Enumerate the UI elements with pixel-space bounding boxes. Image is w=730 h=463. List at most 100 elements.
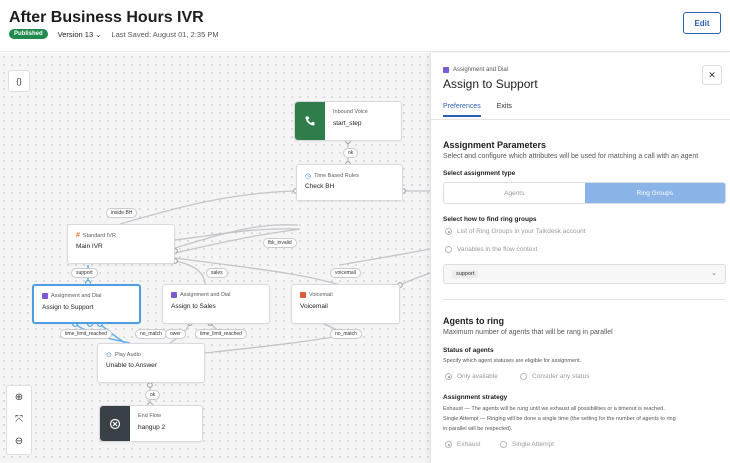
- zoom-out-icon[interactable]: ⊖: [7, 430, 31, 452]
- edge-label-voicemail[interactable]: voicemail: [330, 268, 361, 278]
- close-icon[interactable]: ✕: [702, 65, 722, 85]
- node-type: Standard IVR: [82, 232, 116, 239]
- radio-icon: [445, 246, 452, 253]
- radio-variables[interactable]: Variables in the flow context: [445, 246, 537, 253]
- section-divider: [443, 299, 726, 300]
- node-name: Check BH: [305, 183, 335, 190]
- radio-list-ring-groups[interactable]: List of Ring Groups in your Talkdesk acc…: [445, 228, 586, 235]
- phone-icon: [295, 102, 325, 140]
- node-end-flow[interactable]: End Flow hangup 2: [99, 405, 203, 442]
- edge-label-no-match[interactable]: no_match: [135, 329, 167, 339]
- edge-label-sales[interactable]: sales: [206, 268, 228, 278]
- toggle-agents[interactable]: Agents: [444, 183, 585, 203]
- edit-button[interactable]: Edit: [683, 12, 721, 34]
- radio-icon: [500, 441, 507, 448]
- hash-icon: #: [76, 232, 80, 239]
- fit-screen-icon[interactable]: ⤧: [7, 408, 31, 430]
- selected-chip: support: [452, 270, 479, 278]
- radio-exhaust[interactable]: Exhaust: [445, 441, 481, 448]
- play-icon: ⊙: [106, 352, 112, 359]
- top-header: After Business Hours IVR Published Versi…: [0, 0, 730, 52]
- node-name: hangup 2: [138, 424, 166, 431]
- radio-label: Consider any status: [532, 373, 590, 380]
- port-play-out: [147, 382, 153, 388]
- radio-label: Variables in the flow context: [457, 246, 538, 253]
- voicemail-icon: [300, 292, 306, 298]
- panel-subtitle-row: Assignment and Dial: [443, 67, 508, 73]
- agents-section-desc: Maximum number of agents that will be ra…: [443, 329, 613, 336]
- node-assign-sales[interactable]: Assignment and Dial Assign to Sales: [162, 284, 270, 324]
- clock-icon: ◷: [305, 173, 312, 180]
- assignment-type-label: Select assignment type: [443, 170, 516, 177]
- version-dropdown[interactable]: Version 13 ⌄: [58, 30, 102, 39]
- flow-canvas[interactable]: {} ⊕ ⤧ ⊖ Inbound Voice start_step ◷ Time …: [0, 53, 430, 463]
- edge-inside-bh: [119, 190, 297, 225]
- node-name: Voicemail: [300, 303, 328, 310]
- node-assign-support[interactable]: Assignment and Dial Assign to Support: [32, 284, 141, 324]
- edge-label-time-limit-2[interactable]: time_limit_reached: [195, 329, 247, 339]
- radio-only-available[interactable]: Only available: [445, 373, 498, 380]
- chevron-down-icon: ⌄: [95, 29, 102, 39]
- last-saved: Last Saved: August 01, 2:35 PM: [111, 29, 219, 39]
- node-type-row: Assignment and Dial: [171, 292, 230, 298]
- strategy-hint-parallel: in parallel will be respected).: [443, 426, 513, 432]
- strategy-label: Assignment strategy: [443, 394, 508, 401]
- edge-label-power[interactable]: ower: [165, 329, 186, 339]
- node-standard-ivr[interactable]: # Standard IVR Main IVR: [67, 224, 175, 264]
- edge-label-support[interactable]: support: [71, 268, 98, 278]
- node-type: Play Audio: [114, 352, 141, 358]
- strategy-hint-exhaust: Exhaust — The agents will be rung until …: [443, 406, 665, 412]
- chevron-down-icon: ⌄: [711, 270, 717, 277]
- status-badge: Published: [9, 29, 48, 39]
- assignment-icon: [42, 293, 48, 299]
- status-hint: Specify which agent statuses are eligibl…: [443, 358, 582, 364]
- radio-checked-icon: [445, 373, 452, 380]
- radio-label: List of Ring Groups in your Talkdesk acc…: [457, 228, 586, 235]
- edge-label-time-limit[interactable]: time_limit_reached: [60, 329, 112, 339]
- edge-voicemail-out: [339, 248, 430, 266]
- edge-right-a: [399, 272, 430, 286]
- tab-preferences[interactable]: Preferences: [443, 103, 481, 117]
- ring-group-select[interactable]: support ⌄: [443, 264, 726, 284]
- node-name: Unable to Answer: [106, 362, 157, 369]
- node-name: Main IVR: [76, 243, 103, 250]
- panel-title: Assign to Support: [443, 77, 538, 91]
- strategy-hint-single: Single Attempt — Ringing will be done a …: [443, 416, 676, 422]
- assignment-icon: [171, 292, 177, 298]
- zoom-in-icon[interactable]: ⊕: [7, 386, 31, 408]
- flow-title: After Business Hours IVR: [9, 9, 204, 26]
- tab-exits[interactable]: Exits: [497, 103, 512, 117]
- find-ring-groups-label: Select how to find ring groups: [443, 216, 537, 223]
- panel-subtitle: Assignment and Dial: [453, 67, 509, 73]
- status-label: Status of agents: [443, 347, 494, 354]
- node-name: Assign to Sales: [171, 303, 216, 310]
- edge-label-no-match-2[interactable]: no_match: [330, 329, 362, 339]
- edge-label-ok[interactable]: ok: [343, 148, 359, 158]
- assignment-section-desc: Select and configure which attributes wi…: [443, 153, 699, 160]
- radio-checked-icon: [445, 441, 452, 448]
- radio-any-status[interactable]: Consider any status: [520, 373, 589, 380]
- radio-label: Exhaust: [457, 441, 481, 448]
- node-play-audio[interactable]: ⊙ Play Audio Unable to Answer: [97, 343, 205, 383]
- node-type-row: Assignment and Dial: [42, 293, 101, 299]
- node-type: Assignment and Dial: [51, 293, 102, 299]
- toggle-ring-groups[interactable]: Ring Groups: [584, 183, 725, 203]
- agents-section-title: Agents to ring: [443, 316, 504, 326]
- node-time-based-rules[interactable]: ◷ Time Based Rules Check BH: [296, 164, 403, 201]
- radio-single-attempt[interactable]: Single Attempt: [500, 441, 554, 448]
- tabs-divider: [431, 119, 730, 120]
- edge-label-ok-2[interactable]: ok: [145, 390, 161, 400]
- assignment-section-title: Assignment Parameters: [443, 140, 547, 150]
- edge-label-fbk-invalid[interactable]: fbk_invalid: [263, 238, 297, 248]
- node-inbound-voice[interactable]: Inbound Voice start_step: [294, 101, 402, 141]
- assignment-type-toggle: Agents Ring Groups: [443, 182, 726, 204]
- node-type: Inbound Voice: [333, 109, 368, 115]
- variables-button[interactable]: {}: [8, 70, 30, 92]
- radio-checked-icon: [445, 228, 452, 235]
- node-voicemail[interactable]: Voicemail Voicemail: [291, 284, 400, 324]
- properties-panel: Assignment and Dial Assign to Support ✕ …: [430, 53, 730, 463]
- node-type: Voicemail: [309, 292, 333, 298]
- node-type: Time Based Rules: [314, 173, 359, 179]
- node-name: Assign to Support: [42, 304, 94, 311]
- edge-label-inside-bh[interactable]: inside BH: [106, 208, 138, 218]
